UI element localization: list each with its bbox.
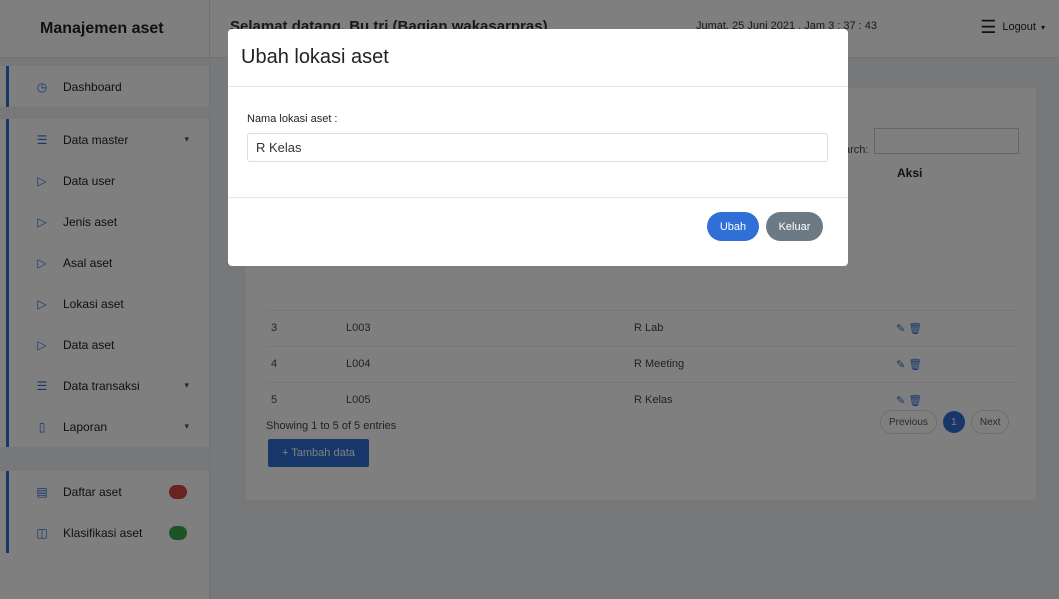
edit-location-modal: Ubah lokasi aset Nama lokasi aset : Ubah… xyxy=(228,29,848,266)
close-button[interactable]: Keluar xyxy=(766,212,823,241)
location-name-input[interactable] xyxy=(247,133,828,162)
save-button[interactable]: Ubah xyxy=(707,212,759,241)
location-name-label: Nama lokasi aset : xyxy=(247,113,338,125)
modal-body: Nama lokasi aset : xyxy=(228,87,848,198)
modal-footer: Ubah Keluar xyxy=(228,198,848,266)
modal-header: Ubah lokasi aset xyxy=(228,29,848,87)
modal-title: Ubah lokasi aset xyxy=(241,46,389,68)
